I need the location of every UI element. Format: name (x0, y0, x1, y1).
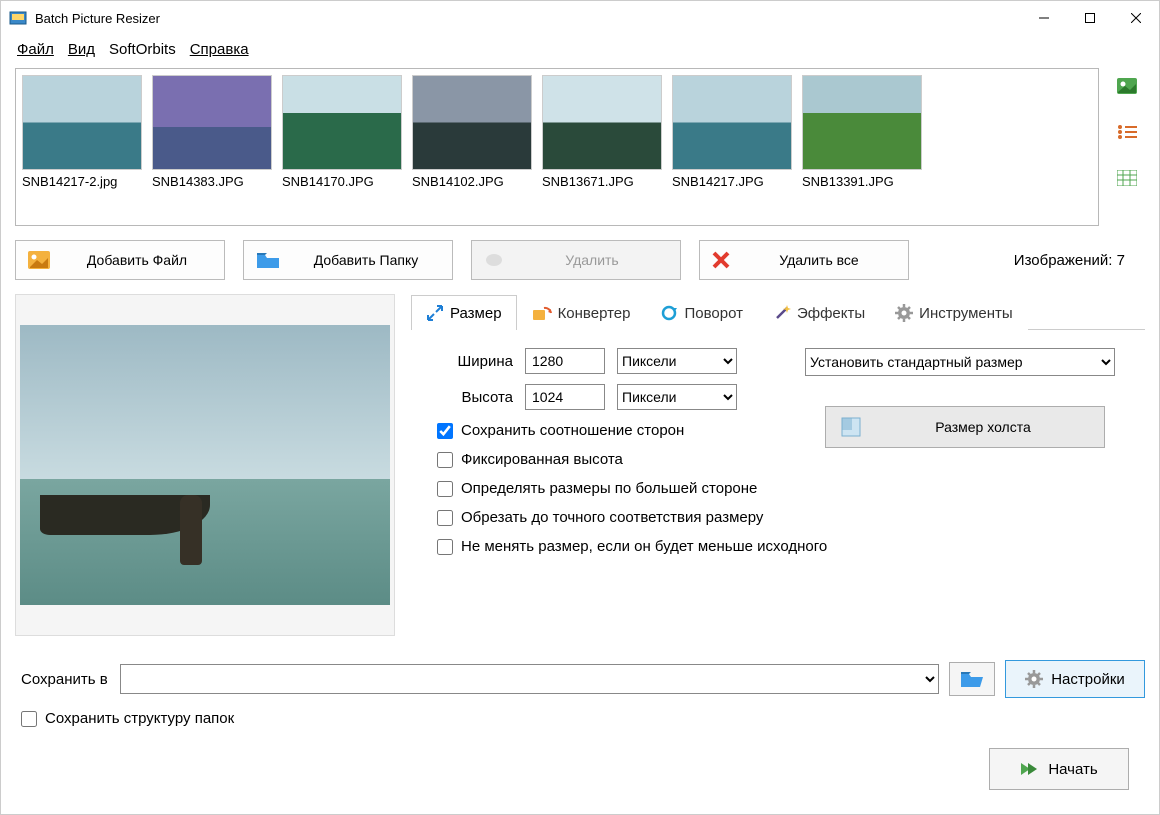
tab-rotate[interactable]: Поворот (645, 295, 758, 330)
image-count-label: Изображений: 7 (1014, 252, 1145, 269)
fixed-height-checkbox[interactable] (437, 452, 453, 468)
tab-size[interactable]: Размер (411, 295, 517, 330)
thumbnail-filename: SNB14217.JPG (672, 174, 792, 189)
thumbnail-image (22, 75, 142, 170)
delete-all-icon (712, 251, 730, 269)
width-label: Ширина (423, 353, 513, 370)
window-title: Batch Picture Resizer (35, 11, 1021, 26)
keep-ratio-checkbox[interactable] (437, 423, 453, 439)
preview-image (15, 294, 395, 636)
thumbnail-item[interactable]: SNB14102.JPG (412, 75, 532, 219)
detect-by-larger-checkbox[interactable] (437, 481, 453, 497)
resize-icon (426, 304, 444, 322)
thumbnail-item[interactable]: SNB14383.JPG (152, 75, 272, 219)
delete-button[interactable]: Удалить (471, 240, 681, 280)
view-details-button[interactable] (1113, 164, 1141, 192)
height-unit-select[interactable]: Пиксели (617, 384, 737, 410)
eraser-icon (484, 252, 504, 268)
thumbnail-image (412, 75, 532, 170)
keep-folder-structure-checkbox[interactable] (21, 711, 37, 727)
view-thumbnails-button[interactable] (1113, 72, 1141, 100)
thumbnail-item[interactable]: SNB14217.JPG (672, 75, 792, 219)
tabs: Размер Конвертер Поворот Эффекты (411, 294, 1145, 330)
save-path-select[interactable] (120, 664, 939, 694)
gear-icon (1025, 670, 1043, 688)
width-input[interactable] (525, 348, 605, 374)
menu-softorbits[interactable]: SoftOrbits (103, 39, 182, 60)
tab-converter[interactable]: Конвертер (517, 295, 646, 330)
menu-file[interactable]: Файл (11, 39, 60, 60)
canvas-size-button[interactable]: Размер холста (825, 406, 1105, 448)
menubar: Файл Вид SoftOrbits Справка (1, 35, 1159, 68)
browse-folder-button[interactable] (949, 662, 995, 696)
tab-effects[interactable]: Эффекты (758, 295, 880, 330)
thumbnail-filename: SNB14170.JPG (282, 174, 402, 189)
app-icon (9, 9, 27, 27)
settings-button[interactable]: Настройки (1005, 660, 1145, 698)
canvas-icon (840, 416, 862, 438)
wand-icon (773, 304, 791, 322)
height-label: Высота (423, 389, 513, 406)
rotate-icon (660, 304, 678, 322)
save-to-label: Сохранить в (15, 671, 110, 688)
thumbnail-item[interactable]: SNB13391.JPG (802, 75, 922, 219)
no-upscale-checkbox[interactable] (437, 539, 453, 555)
play-icon (1020, 761, 1038, 777)
titlebar: Batch Picture Resizer (1, 1, 1159, 35)
thumbnail-item[interactable]: SNB14170.JPG (282, 75, 402, 219)
width-unit-select[interactable]: Пиксели (617, 348, 737, 374)
thumbnail-list[interactable]: SNB14217-2.jpg SNB14383.JPG SNB14170.JPG SN… (15, 68, 1099, 226)
converter-icon (532, 304, 552, 322)
view-list-button[interactable] (1113, 118, 1141, 146)
crop-exact-checkbox[interactable] (437, 510, 453, 526)
close-button[interactable] (1113, 1, 1159, 35)
menu-view[interactable]: Вид (62, 39, 101, 60)
maximize-button[interactable] (1067, 1, 1113, 35)
start-button[interactable]: Начать (989, 748, 1129, 790)
menu-help[interactable]: Справка (184, 39, 255, 60)
thumbnail-item[interactable]: SNB13671.JPG (542, 75, 662, 219)
thumbnail-filename: SNB13391.JPG (802, 174, 922, 189)
delete-all-button[interactable]: Удалить все (699, 240, 909, 280)
minimize-button[interactable] (1021, 1, 1067, 35)
thumbnail-filename: SNB14217-2.jpg (22, 174, 142, 189)
folder-open-icon (960, 670, 984, 688)
thumbnail-image (672, 75, 792, 170)
thumbnail-image (152, 75, 272, 170)
thumbnail-image (282, 75, 402, 170)
height-input[interactable] (525, 384, 605, 410)
add-file-button[interactable]: Добавить Файл (15, 240, 225, 280)
thumbnail-filename: SNB13671.JPG (542, 174, 662, 189)
thumbnail-item[interactable]: SNB14217-2.jpg (22, 75, 142, 219)
tab-tools[interactable]: Инструменты (880, 295, 1028, 330)
thumbnail-image (542, 75, 662, 170)
thumbnail-image (802, 75, 922, 170)
standard-size-select[interactable]: Установить стандартный размер (805, 348, 1115, 376)
thumbnail-filename: SNB14102.JPG (412, 174, 532, 189)
folder-icon (256, 251, 280, 269)
gear-icon (895, 304, 913, 322)
image-icon (28, 251, 50, 269)
thumbnail-filename: SNB14383.JPG (152, 174, 272, 189)
add-folder-button[interactable]: Добавить Папку (243, 240, 453, 280)
